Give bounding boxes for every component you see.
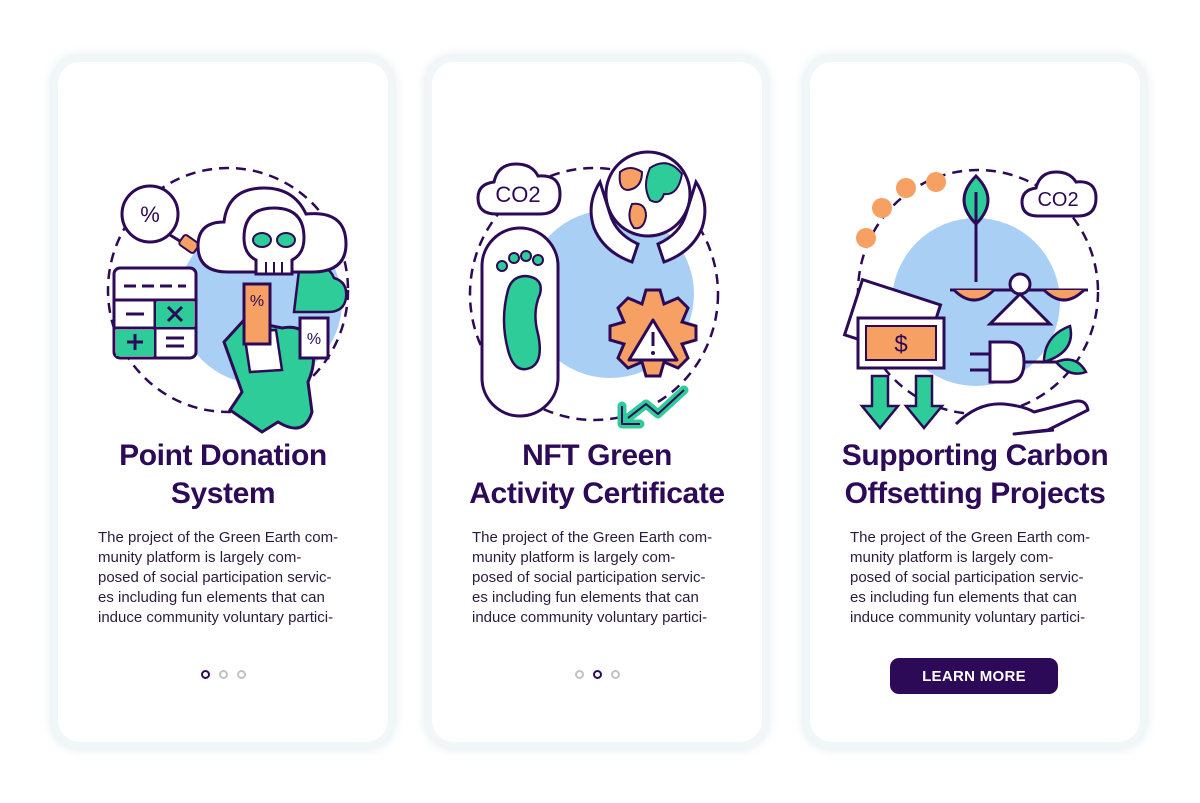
title-line: NFT Green: [522, 439, 672, 472]
dollar-sign: $: [894, 331, 907, 358]
down-arrows-icon: [859, 374, 945, 430]
carbon-offsetting-illustration: CO2 $: [842, 168, 1100, 436]
title-line: Point Donation: [119, 439, 327, 472]
description-line: es including fun elements that can: [472, 589, 699, 606]
description-line: munity platform is largely com-: [98, 549, 302, 566]
pagination-dots: [432, 670, 762, 679]
description-line: The project of the Green Earth com-: [472, 529, 713, 546]
page-dot-3[interactable]: [236, 670, 246, 679]
title-line: System: [170, 477, 276, 510]
description-line: es including fun elements that can: [850, 589, 1077, 606]
description-line: induce community voluntary partici-: [472, 609, 708, 626]
point-donation-illustration: % % %: [106, 166, 350, 434]
screen-description: The project of the Green Earth com- muni…: [98, 528, 358, 628]
description-line: posed of social participation servic-: [472, 569, 706, 586]
learn-more-button[interactable]: LEARN MORE: [890, 658, 1058, 694]
onboarding-screen-3: CO2 $ Supporting Carbon Offsetting Proje…: [810, 62, 1140, 742]
co2-text: CO2: [495, 182, 540, 207]
screen-title: NFT Green Activity Certificate: [442, 437, 752, 513]
page-dot-3[interactable]: [610, 670, 620, 679]
screen-description: The project of the Green Earth com- muni…: [850, 528, 1110, 628]
decline-arrow-icon: [617, 385, 689, 429]
co2-text: CO2: [1037, 189, 1078, 211]
footprint-icon: [480, 226, 560, 418]
co2-cloud-icon: CO2: [1020, 170, 1098, 218]
svg-text:%: %: [250, 293, 264, 310]
percent-magnifier-icon: %: [120, 184, 200, 254]
page-dot-2[interactable]: [218, 670, 228, 679]
co2-cloud-icon: CO2: [476, 162, 562, 216]
screen-description: The project of the Green Earth com- muni…: [472, 528, 732, 628]
title-line: Supporting Carbon: [841, 439, 1109, 472]
svg-text:%: %: [140, 202, 160, 227]
description-line: munity platform is largely com-: [472, 549, 676, 566]
page-dot-1[interactable]: [574, 670, 584, 679]
svg-text:%: %: [307, 331, 321, 348]
title-line: Activity Certificate: [469, 477, 725, 510]
pagination-dots: [58, 670, 388, 679]
warning-gear-icon: [608, 288, 698, 378]
screen-title: Point Donation System: [68, 437, 378, 513]
page-dot-1[interactable]: [200, 670, 210, 679]
description-line: posed of social participation servic-: [98, 569, 332, 586]
description-line: The project of the Green Earth com-: [850, 529, 1091, 546]
description-line: posed of social participation servic-: [850, 569, 1084, 586]
screen-title: Supporting Carbon Offsetting Projects: [820, 437, 1130, 513]
page-dot-2[interactable]: [592, 670, 602, 679]
description-line: induce community voluntary partici-: [850, 609, 1086, 626]
description-line: The project of the Green Earth com-: [98, 529, 339, 546]
nft-certificate-illustration: CO2: [468, 150, 720, 429]
calculator-icon: [112, 266, 198, 360]
description-line: munity platform is largely com-: [850, 549, 1054, 566]
description-line: es including fun elements that can: [98, 589, 325, 606]
onboarding-screen-2: CO2 NFT Green Activity Certificate The p…: [432, 62, 762, 742]
description-line: induce community voluntary partici-: [98, 609, 334, 626]
title-line: Offsetting Projects: [844, 477, 1106, 510]
hand-icon: [954, 399, 1090, 436]
onboarding-screen-1: % % % Point Donation System The project …: [58, 62, 388, 742]
